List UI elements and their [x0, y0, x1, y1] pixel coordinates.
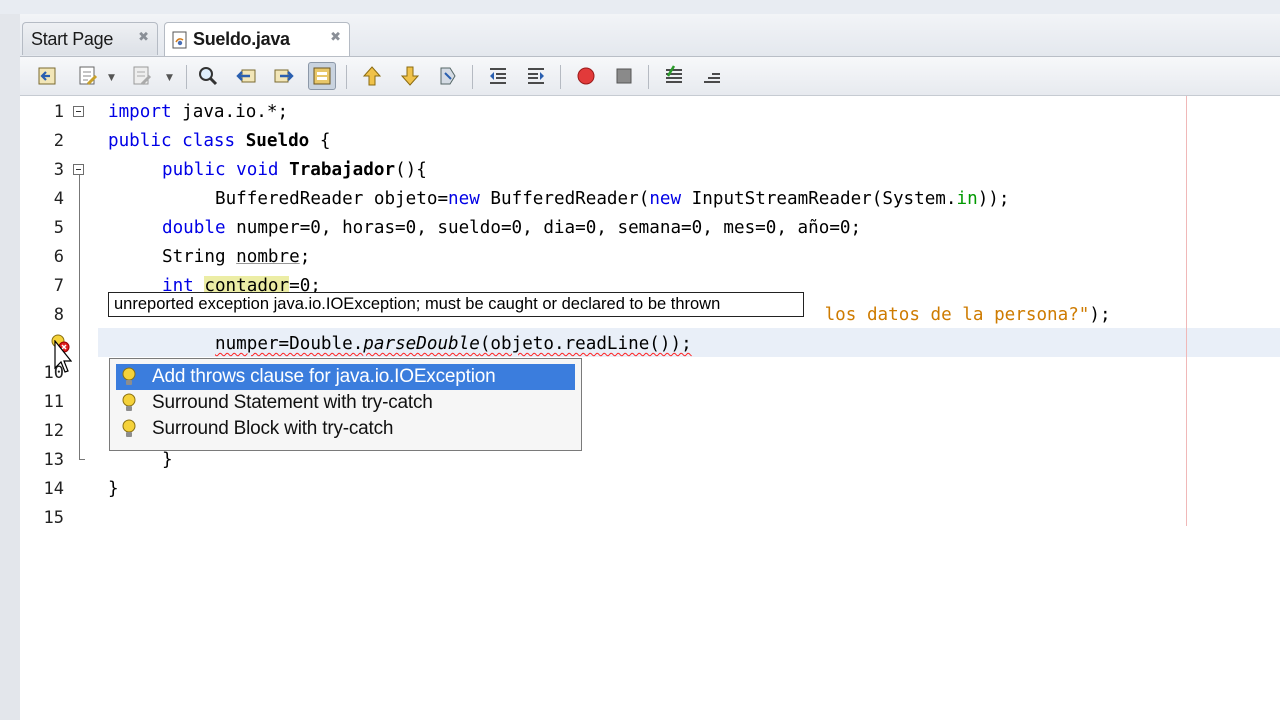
lightbulb-icon [116, 393, 142, 413]
chevron-down-icon[interactable]: ▼ [166, 73, 173, 83]
uncomment-icon[interactable] [698, 62, 726, 90]
code-line-8: los datos de la persona?"); [814, 305, 1111, 325]
tab-start-page[interactable]: Start Page ✖ [22, 22, 158, 55]
code-line-3: public void Trabajador(){ [162, 160, 427, 180]
line-number: 14 [43, 479, 64, 499]
tab-label: Sueldo.java [193, 29, 290, 49]
code-line-9: numper=Double.parseDouble(objeto.readLin… [215, 334, 692, 354]
line-number: 4 [53, 189, 64, 209]
fold-guide-line [79, 175, 80, 460]
shift-right-icon[interactable] [522, 62, 550, 90]
hint-label: Surround Block with try-catch [152, 418, 394, 439]
code-line-4: BufferedReader objeto=new BufferedReader… [215, 189, 1010, 209]
right-margin-line [1186, 96, 1187, 526]
line-number: 6 [53, 247, 64, 267]
line-number: 13 [43, 450, 64, 470]
java-file-icon [171, 31, 189, 49]
fold-guide-end [79, 459, 85, 460]
hint-label: Surround Statement with try-catch [152, 392, 433, 413]
toggle-bookmark-icon[interactable] [434, 62, 462, 90]
find-next-icon[interactable] [270, 62, 298, 90]
code-line-2: public class Sueldo { [108, 131, 331, 151]
window-top-strip [0, 0, 1280, 15]
chevron-down-icon[interactable]: ▼ [108, 73, 115, 83]
close-icon[interactable]: ✖ [330, 31, 341, 45]
lightbulb-icon [116, 419, 142, 439]
fold-toggle-icon[interactable] [73, 106, 84, 117]
line-number: 7 [53, 276, 64, 296]
close-icon[interactable]: ✖ [138, 31, 149, 45]
comment-icon[interactable] [660, 62, 688, 90]
hint-add-throws-clause[interactable]: Add throws clause for java.io.IOExceptio… [116, 364, 575, 390]
fold-toggle-icon[interactable] [73, 164, 84, 175]
start-macro-icon[interactable] [572, 62, 600, 90]
code-line-14: } [108, 479, 119, 499]
back-icon[interactable] [34, 62, 62, 90]
line-number: 8 [53, 305, 64, 325]
line-number: 15 [43, 508, 64, 528]
tab-sueldo-java[interactable]: Sueldo.java ✖ [164, 22, 350, 56]
error-tooltip: unreported exception java.io.IOException… [108, 292, 804, 317]
tab-label: Start Page [31, 28, 114, 49]
line-number: 2 [53, 131, 64, 151]
code-line-5: double numper=0, horas=0, sueldo=0, dia=… [162, 218, 862, 238]
line-number: 5 [53, 218, 64, 238]
editor-toolbar: ▼ ▼ [20, 57, 1280, 96]
lightbulb-icon [116, 367, 142, 387]
stop-macro-icon[interactable] [610, 62, 638, 90]
hint-surround-statement[interactable]: Surround Statement with try-catch [116, 390, 575, 416]
toggle-highlight-icon[interactable] [308, 62, 336, 90]
shift-left-icon[interactable] [484, 62, 512, 90]
left-side-strip [0, 14, 21, 720]
line-number: 1 [53, 102, 64, 122]
code-line-6: String nombre; [162, 247, 311, 267]
editor-tab-bar: Start Page ✖ Sueldo.java ✖ [20, 14, 1280, 57]
line-number: 11 [43, 392, 64, 412]
previous-bookmark-icon[interactable] [358, 62, 386, 90]
next-bookmark-icon[interactable] [396, 62, 424, 90]
code-line-1: import java.io.*; [108, 102, 289, 122]
line-number: 3 [53, 160, 64, 180]
find-icon[interactable] [194, 62, 222, 90]
hint-label: Add throws clause for java.io.IOExceptio… [152, 366, 496, 387]
hint-surround-block[interactable]: Surround Block with try-catch [116, 416, 575, 442]
find-previous-icon[interactable] [232, 62, 260, 90]
hints-popup: Add throws clause for java.io.IOExceptio… [109, 358, 582, 451]
line-number: 12 [43, 421, 64, 441]
mouse-pointer-icon [54, 339, 73, 374]
last-edit-icon[interactable] [74, 62, 102, 90]
forward-icon[interactable] [128, 62, 156, 90]
